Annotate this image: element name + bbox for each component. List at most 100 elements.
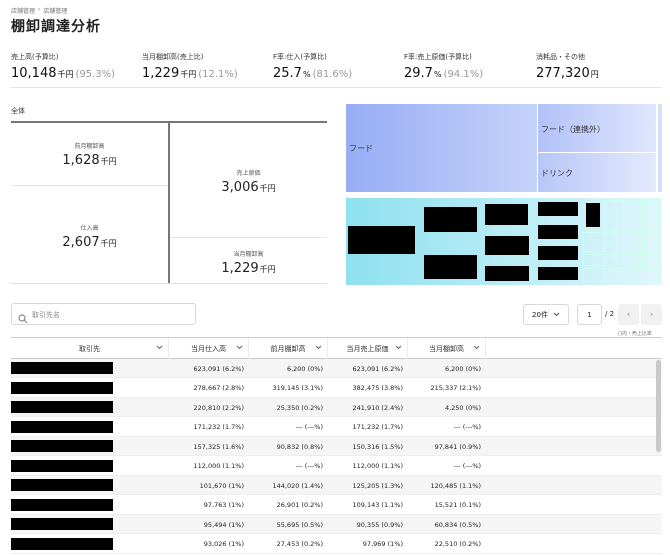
header-label: 当月売上原価 [346,344,389,353]
treemap-tile-small[interactable] [605,271,659,282]
treemap-tile-redacted[interactable] [538,246,578,260]
table-row[interactable]: 623,091 (6.2%) 6,200 (0%) 623,091 (6.2%) 6,… [11,359,662,378]
table-cell: 319,145 (3.1%) [272,384,323,392]
treemap-tile-small[interactable] [625,257,643,269]
treemap-label-drink: ドリンク [541,169,573,178]
table-row[interactable]: 220,810 (2.2%) 25,350 (0.2%) 241,910 (2.4%… [11,398,662,417]
kpi-label: 消耗品・その他 [536,53,585,61]
treemap-tile-redacted[interactable] [538,225,578,239]
divider [11,283,327,284]
unit: 千円 [259,184,276,193]
divider [170,237,327,238]
kpi-f-rate-cost: F率:売上原価(予算比) 29.7% (94.1%) [404,52,483,81]
cur-stock-value-row: 1,229千円 [170,261,327,276]
table-cell: 6,200 (0%) [286,364,323,373]
treemap-tile-redacted[interactable] [586,203,600,227]
treemap-tile-small[interactable] [583,254,604,266]
treemap-tile-small[interactable] [583,268,604,282]
purchase-value: 2,607 [62,235,100,250]
prev-page-button[interactable]: ‹ [618,304,639,325]
section-label-overall: 全体 [11,107,25,115]
treemap-tile-redacted[interactable] [538,202,578,216]
treemap-tile-small[interactable] [625,200,643,231]
treemap-tile-small[interactable] [605,257,624,269]
table-row[interactable]: 97,763 (1%) 26,901 (0.2%) 109,143 (1.1%) 15… [11,496,662,515]
redacted-supplier-name [11,537,113,550]
table-cell: 15,521 (0.1%) [434,501,481,509]
chevron-down-icon [473,344,480,351]
treemap-tile-small[interactable] [644,233,659,255]
treemap-tile-small[interactable] [583,232,604,252]
prev-stock-cell: 前月棚卸高 1,628千円 [11,141,168,168]
treemap-tile-redacted[interactable] [424,255,477,279]
search-box[interactable] [11,303,196,325]
divider [11,87,661,88]
column-header-cost[interactable]: 当月売上原価 [328,338,408,359]
treemap-tile-small[interactable] [644,200,659,231]
column-header-supplier[interactable]: 取引先 [11,338,169,359]
table-cell: 4,250 (0%) [444,403,481,412]
table-cell: 6,200 (0%) [444,364,481,373]
purchase-cell: 仕入高 2,607千円 [11,223,168,250]
table-cell: 623,091 (6.2%) [193,364,244,373]
chevron-down-icon [156,344,163,351]
table-cell: 241,910 (2.4%) [352,403,403,412]
table-row[interactable]: 171,232 (1.7%) --- (---%) 171,232 (1.7%) --… [11,418,662,437]
chevron-down-icon [553,311,560,319]
page-size-select[interactable]: 20件 [523,304,569,325]
table-cell: 157,325 (1.6%) [193,442,244,451]
kpi-current-stock: 当月棚卸高(売上比) 1,229千円 (12.1%) [142,52,238,81]
treemap-tile-small[interactable] [625,233,643,255]
table-row[interactable]: 157,325 (1.6%) 90,832 (0.8%) 150,316 (1.5%… [11,437,662,456]
treemap-tile-small[interactable] [644,257,659,269]
cur-stock-cell: 当月棚卸高 1,229千円 [170,249,327,276]
table-cell: 90,355 (0.9%) [356,520,403,529]
header-label: 前月棚卸高 [270,344,306,353]
table-header: 取引先 当月仕入高 前月棚卸高 当月売上原価 当月棚卸高 [11,337,662,359]
table-row[interactable]: 278,667 (2.8%) 319,145 (3.1%) 382,475 (3.8… [11,379,662,398]
kpi-value: 10,148 [11,66,57,81]
table-cell: 382,475 (3.8%) [352,384,403,392]
treemap-tile-redacted[interactable] [424,207,477,232]
table-row[interactable]: 93,026 (1%) 27,453 (0.2%) 97,969 (1%) 22,51… [11,535,662,554]
treemap-tile-redacted[interactable] [485,236,529,255]
column-header-cur-stock[interactable]: 当月棚卸高 [408,338,486,359]
purchase-value-row: 2,607千円 [11,235,168,250]
treemap-tile-small[interactable] [605,200,624,231]
redacted-supplier-name [11,518,113,530]
column-header-purchase[interactable]: 当月仕入高 [169,338,249,359]
kpi-ratio: (95.3%) [75,69,116,80]
next-page-button[interactable]: › [641,304,662,325]
treemap-tile-other[interactable] [657,104,662,192]
kpi-value-row: 10,148千円 (95.3%) [11,66,115,81]
treemap-tile-small[interactable] [605,233,624,255]
table-row[interactable]: 101,670 (1%) 144,020 (1.4%) 125,205 (1.3%)… [11,476,662,495]
treemap-tile-redacted[interactable] [485,266,529,281]
table-row[interactable]: 95,494 (1%) 55,695 (0.5%) 90,355 (0.9%) 60,… [11,515,662,534]
kpi-consumables: 消耗品・その他 277,320円 [536,52,601,81]
table-cell: 55,695 (0.5%) [276,520,323,529]
kpi-ratio: (12.1%) [198,69,238,80]
kpi-unit: 千円 [57,70,74,79]
treemap-tile-food[interactable] [346,104,537,192]
cost-value: 3,006 [221,180,259,195]
table-scrollbar[interactable] [656,360,661,452]
unit: 千円 [259,265,276,274]
table-cell: 95,494 (1%) [203,520,244,529]
search-icon [18,309,28,324]
treemap-tile-redacted[interactable] [538,267,578,280]
treemap-tile-redacted[interactable] [348,226,415,254]
kpi-ratio: (81.6%) [312,69,353,80]
redacted-supplier-name [11,440,113,452]
breadcrumb-item-current: 店舗管理 [43,8,68,15]
column-header-prev-stock[interactable]: 前月棚卸高 [249,338,328,359]
breadcrumb-item-store-mgmt[interactable]: 店舗管理 [11,6,35,15]
page-number-input[interactable]: 1 [577,304,602,325]
table-row[interactable]: 112,000 (1.1%) --- (---%) 112,000 (1.1%) --… [11,457,662,476]
redacted-supplier-name [11,381,113,394]
supplier-search-input[interactable] [32,307,182,322]
table-cell: --- (---%) [295,462,323,470]
treemap-tile-redacted[interactable] [485,204,528,225]
cost-cell: 売上原価 3,006千円 [170,168,327,195]
chevron-down-icon [236,344,243,351]
